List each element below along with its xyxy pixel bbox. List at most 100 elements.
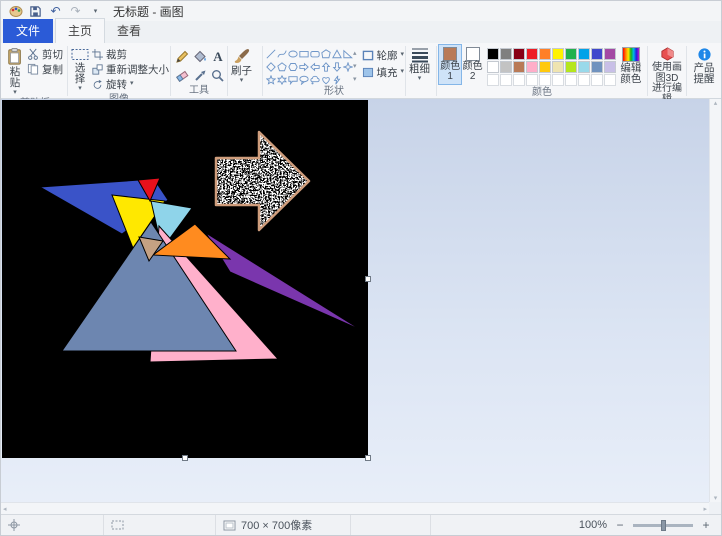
palette-color[interactable] [564, 61, 577, 73]
horizontal-scrollbar[interactable]: ◂ ▸ [1, 502, 709, 514]
product-alerts-button[interactable]: 产品提醒 [689, 45, 719, 98]
shape-arrow-up[interactable] [320, 60, 331, 73]
canvas-resize-handle-right[interactable] [365, 276, 371, 282]
shape-line[interactable] [265, 47, 276, 60]
palette-color[interactable] [486, 48, 499, 60]
redo-button[interactable]: ↷ [67, 3, 84, 20]
shape-arrow-left[interactable] [309, 60, 320, 73]
palette-color[interactable] [538, 61, 551, 73]
shapes-scroll-up-button[interactable]: ▴ [353, 47, 357, 60]
palette-color[interactable] [486, 61, 499, 73]
outline-button[interactable]: 轮廓 ▾ [360, 48, 407, 62]
palette-color[interactable] [590, 48, 603, 60]
shape-callout-oval[interactable] [298, 73, 309, 86]
palette-color[interactable] [486, 74, 499, 86]
shape-oval[interactable] [287, 47, 298, 60]
palette-color[interactable] [538, 74, 551, 86]
canvas[interactable] [2, 100, 368, 458]
shape-rectangle[interactable] [298, 47, 309, 60]
fill-button[interactable]: 填充 ▾ [360, 65, 407, 79]
palette-color[interactable] [577, 74, 590, 86]
palette-color[interactable] [577, 61, 590, 73]
palette-color[interactable] [499, 61, 512, 73]
palette-color[interactable] [538, 48, 551, 60]
color1-button[interactable]: 颜色 1 [437, 44, 463, 85]
zoom-in-button[interactable]: + [699, 519, 713, 531]
shape-callout-rounded[interactable] [287, 73, 298, 86]
shape-hexagon[interactable] [287, 60, 298, 73]
chevron-down-icon: ▾ [417, 75, 422, 82]
palette-color[interactable] [564, 74, 577, 86]
colors-group-label: 颜色 [532, 87, 552, 98]
palette-color[interactable] [551, 74, 564, 86]
palette-color[interactable] [525, 48, 538, 60]
zoom-slider-thumb[interactable] [661, 519, 666, 531]
select-button[interactable]: 选择 ▾ [70, 45, 90, 94]
shape-right-triangle[interactable] [342, 47, 353, 60]
palette-color[interactable] [499, 74, 512, 86]
palette-color[interactable] [564, 48, 577, 60]
palette-color[interactable] [512, 48, 525, 60]
cursor-position-icon [8, 519, 20, 531]
tab-file[interactable]: 文件 [3, 19, 54, 43]
shape-polygon[interactable] [320, 47, 331, 60]
copy-button[interactable]: 复制 [25, 62, 65, 76]
shape-star-5[interactable] [265, 73, 276, 86]
paste-button[interactable]: 粘贴 ▾ [5, 45, 25, 98]
palette-color[interactable] [525, 61, 538, 73]
shapes-scroll-down-button[interactable]: ▾ [353, 60, 357, 73]
color2-button[interactable]: 颜色 2 [461, 45, 483, 84]
palette-color[interactable] [603, 61, 616, 73]
palette-color[interactable] [603, 48, 616, 60]
rotate-button[interactable]: 旋转 ▾ [90, 77, 171, 91]
palette-color[interactable] [603, 74, 616, 86]
palette-color[interactable] [551, 61, 564, 73]
resize-button[interactable]: 重新调整大小 [90, 62, 171, 76]
tab-view[interactable]: 查看 [105, 19, 153, 43]
eraser-icon [176, 70, 189, 82]
text-tool-button[interactable]: A [209, 47, 227, 66]
pencil-tool-button[interactable] [173, 47, 191, 66]
customize-quick-access-button[interactable]: ▾ [87, 3, 104, 20]
shapes-expand-button[interactable]: ▾ [353, 73, 357, 86]
shape-star-6[interactable] [276, 73, 287, 86]
palette-color[interactable] [551, 48, 564, 60]
palette-color[interactable] [525, 74, 538, 86]
save-button[interactable] [27, 3, 44, 20]
fill-tool-button[interactable] [191, 47, 209, 66]
zoom-slider[interactable] [633, 519, 693, 531]
palette-color[interactable] [590, 74, 603, 86]
palette-color[interactable] [512, 74, 525, 86]
zoom-out-button[interactable]: − [613, 519, 627, 531]
color-palette [486, 45, 617, 87]
shape-diamond[interactable] [265, 60, 276, 73]
shape-lightning[interactable] [331, 73, 342, 86]
tab-home[interactable]: 主页 [55, 18, 106, 43]
edit-with-paint3d-button[interactable]: 使用画图3D进行编辑 [650, 45, 684, 107]
shape-curve[interactable] [276, 47, 287, 60]
color-picker-tool-button[interactable] [191, 66, 209, 85]
palette-color[interactable] [590, 61, 603, 73]
magnifier-tool-button[interactable] [209, 66, 227, 85]
crop-button[interactable]: 裁剪 [90, 47, 171, 61]
palette-color[interactable] [577, 48, 590, 60]
vertical-scrollbar[interactable]: ▴ ▾ [709, 99, 721, 502]
brushes-button[interactable]: 刷子 ▾ [230, 45, 253, 98]
canvas-resize-handle-bottom[interactable] [182, 455, 188, 461]
shape-star-4[interactable] [342, 60, 353, 73]
shape-callout-cloud[interactable] [309, 73, 320, 86]
size-button[interactable]: 粗细 ▾ [408, 45, 431, 98]
shape-pentagon[interactable] [276, 60, 287, 73]
palette-color[interactable] [499, 48, 512, 60]
undo-button[interactable]: ↶ [47, 3, 64, 20]
shape-triangle[interactable] [331, 47, 342, 60]
edit-colors-button[interactable]: 编辑颜色 [617, 45, 645, 87]
shape-arrow-right[interactable] [298, 60, 309, 73]
shape-arrow-down[interactable] [331, 60, 342, 73]
eraser-tool-button[interactable] [173, 66, 191, 85]
canvas-resize-handle-corner[interactable] [365, 455, 371, 461]
shape-heart[interactable] [320, 73, 331, 86]
shape-rounded-rectangle[interactable] [309, 47, 320, 60]
cut-button[interactable]: 剪切 [25, 47, 65, 61]
palette-color[interactable] [512, 61, 525, 73]
